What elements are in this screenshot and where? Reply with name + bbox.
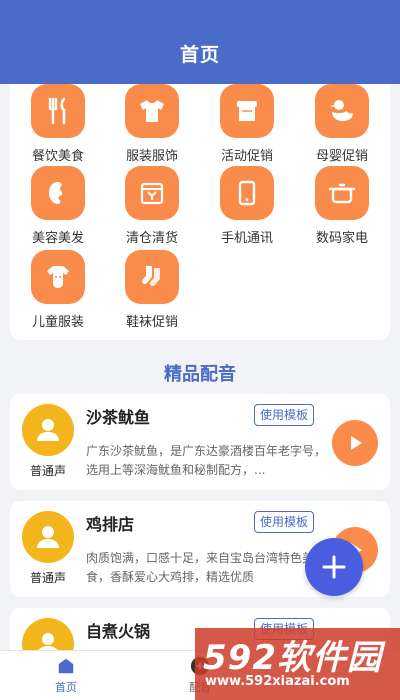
- category-label: 活动促销: [220, 149, 273, 164]
- face-icon: [31, 166, 85, 220]
- play-icon: [351, 436, 362, 450]
- watermark-url: www.592xiazai.com: [205, 674, 350, 689]
- category-clearance[interactable]: 清仓清货: [104, 166, 200, 246]
- tab-label: 首页: [55, 681, 77, 694]
- category-mobile[interactable]: 手机通讯: [199, 166, 295, 246]
- category-baby[interactable]: 母婴促销: [294, 84, 390, 164]
- voice-description: 肉质饱满，口感十足，来自宝岛台湾特色美食，香酥爱心大鸡排，精选优质: [86, 551, 315, 584]
- baby-onesie-icon: [31, 250, 85, 304]
- tshirt-icon: [125, 84, 179, 138]
- voice-type-label: 普通声: [29, 464, 66, 478]
- sock-icon: [125, 250, 179, 304]
- tab-home[interactable]: 首页: [36, 655, 96, 695]
- category-label: 清仓清货: [125, 231, 178, 246]
- use-template-button[interactable]: 使用模板: [254, 404, 315, 426]
- play-button[interactable]: [332, 420, 378, 466]
- voice-title: 沙茶鱿鱼: [86, 408, 151, 427]
- category-label: 儿童服装: [31, 315, 84, 330]
- voice-title: 鸡排店: [86, 515, 135, 534]
- category-kids-clothing[interactable]: 儿童服装: [10, 250, 106, 330]
- category-appliances[interactable]: 数码家电: [294, 166, 390, 246]
- pot-icon: [315, 166, 369, 220]
- page-title: 首页: [179, 44, 220, 66]
- category-shoes-socks[interactable]: 鞋袜促销: [104, 250, 200, 330]
- watermark: 592软件园 www.592xiazai.com: [195, 628, 400, 700]
- top-header: 首页: [0, 0, 400, 84]
- voice-title: 自煮火锅: [86, 622, 151, 641]
- category-label: 母婴促销: [315, 149, 368, 164]
- category-label: 餐饮美食: [31, 149, 84, 164]
- plus-icon: [322, 555, 346, 579]
- phone-icon: [220, 166, 274, 220]
- avatar: [22, 404, 74, 456]
- voice-card[interactable]: 普通声 沙茶鱿鱼 使用模板 广东沙茶鱿鱼，是广东达豪酒楼百年老字号，选用上等深海…: [10, 394, 390, 490]
- home-icon: [55, 655, 77, 677]
- towel-icon: [220, 84, 274, 138]
- use-template-button[interactable]: 使用模板: [254, 511, 315, 533]
- add-button[interactable]: [305, 538, 363, 596]
- category-label: 美容美发: [31, 231, 84, 246]
- duck-icon: [315, 84, 369, 138]
- fork-knife-icon: [31, 84, 85, 138]
- category-label: 数码家电: [315, 231, 368, 246]
- category-label: 鞋袜促销: [125, 315, 178, 330]
- category-label: 服装服饰: [125, 149, 178, 164]
- category-grid: 餐饮美食 服装服饰 活动促销 母婴促销 美容美发 清仓清货 手机通讯 数码家电 …: [10, 84, 390, 340]
- category-dining[interactable]: 餐饮美食: [10, 84, 106, 164]
- voice-type-label: 普通声: [29, 571, 66, 585]
- watermark-logo: 592软件园: [203, 638, 382, 678]
- category-promotion[interactable]: 活动促销: [199, 84, 295, 164]
- category-clothing[interactable]: 服装服饰: [104, 84, 200, 164]
- category-label: 手机通讯: [220, 231, 273, 246]
- voice-description: 广东沙茶鱿鱼，是广东达豪酒楼百年老字号，选用上等深海鱿鱼和秘制配方，...: [86, 444, 327, 477]
- avatar: [22, 511, 74, 563]
- section-title: 精品配音: [164, 364, 236, 385]
- clearance-box-icon: [125, 166, 179, 220]
- category-beauty[interactable]: 美容美发: [10, 166, 106, 246]
